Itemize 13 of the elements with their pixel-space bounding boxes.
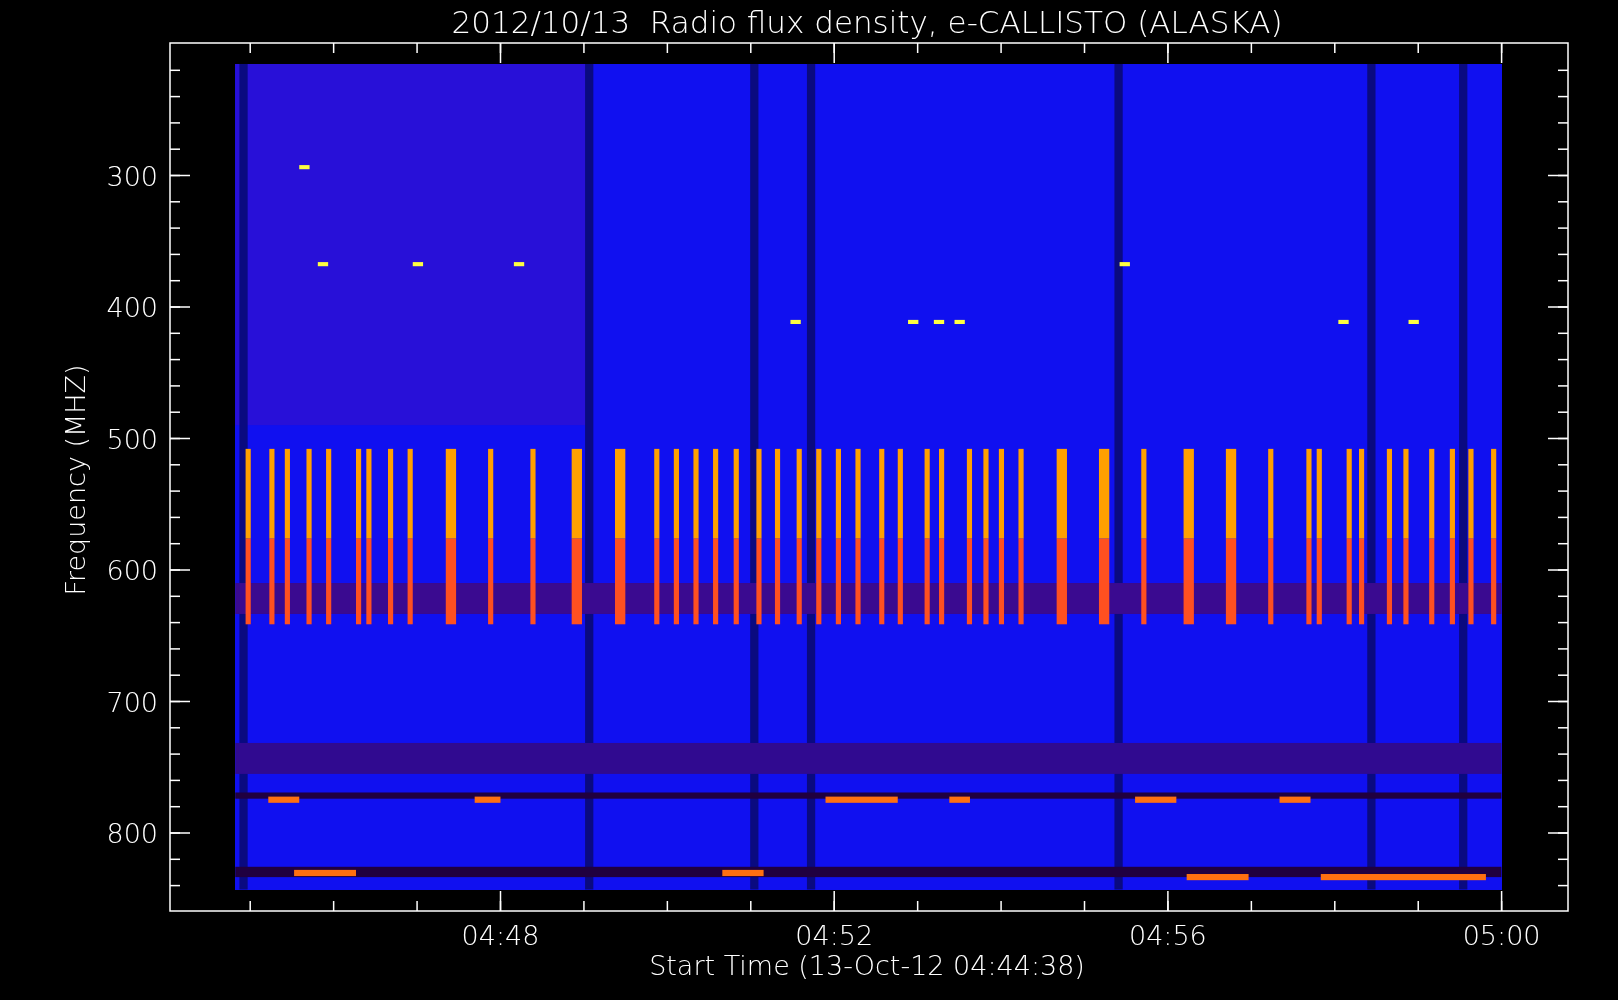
y-tick-label: 700 xyxy=(106,686,158,718)
y-tick-label: 400 xyxy=(106,292,158,323)
x-tick-label: 05:00 xyxy=(1462,920,1541,951)
chart-title: 2012/10/13 Radio flux density, e-CALLISTO (ALASKA) xyxy=(451,4,1283,40)
y-axis-title: Frequency (MHZ) xyxy=(60,364,91,596)
y-tick-label: 300 xyxy=(106,160,158,192)
y-tick-label: 500 xyxy=(106,423,158,455)
x-tick-label: 04:52 xyxy=(795,920,874,951)
y-tick-label: 600 xyxy=(106,555,158,586)
x-tick-label: 04:56 xyxy=(1129,920,1207,951)
x-axis-title: Start Time (13-Oct-12 04:44:38) xyxy=(649,950,1085,981)
y-tick-label: 800 xyxy=(106,818,158,849)
x-tick-label: 04:48 xyxy=(461,920,540,951)
